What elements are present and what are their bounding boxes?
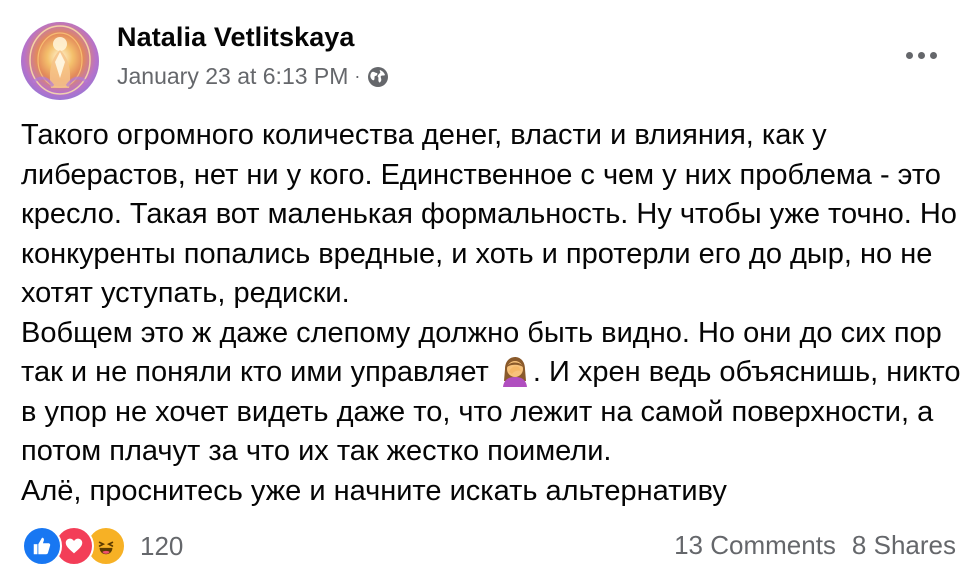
more-dot [905, 51, 913, 59]
avatar-artwork-icon [29, 25, 91, 95]
post-paragraph-2: Вобщем это ж даже слепому должно быть ви… [21, 314, 966, 472]
more-options-icon[interactable] [901, 40, 941, 70]
woman-facepalming-emoji-icon [502, 357, 527, 387]
more-dot [929, 51, 937, 59]
reaction-count[interactable]: 120 [140, 531, 183, 562]
post-stats: 13 Comments 8 Shares [674, 530, 956, 561]
reactions-summary[interactable]: 120 [22, 526, 183, 566]
facebook-post: Natalia Vetlitskaya January 23 at 6:13 P… [0, 0, 978, 580]
author-avatar[interactable] [21, 22, 99, 100]
thumbs-up-icon [33, 537, 51, 555]
author-name[interactable]: Natalia Vetlitskaya [117, 22, 355, 53]
post-timestamp[interactable]: January 23 at 6:13 PM [117, 63, 348, 90]
shares-link[interactable]: 8 Shares [852, 530, 956, 561]
post-paragraph-1: Такого огромного количества денег, власт… [21, 119, 957, 309]
like-reaction-icon[interactable] [22, 526, 62, 566]
meta-separator: · [354, 66, 361, 86]
laughing-face-icon [98, 541, 114, 555]
comments-link[interactable]: 13 Comments [674, 530, 836, 561]
post-paragraph-3: Алё, проснитесь уже и начните искать аль… [21, 474, 727, 507]
globe-icon[interactable] [366, 65, 390, 89]
more-dot [917, 51, 925, 59]
post-text: Такого огромного количества денег, власт… [21, 116, 966, 511]
post-meta: January 23 at 6:13 PM · [117, 63, 390, 90]
heart-icon [65, 538, 83, 554]
